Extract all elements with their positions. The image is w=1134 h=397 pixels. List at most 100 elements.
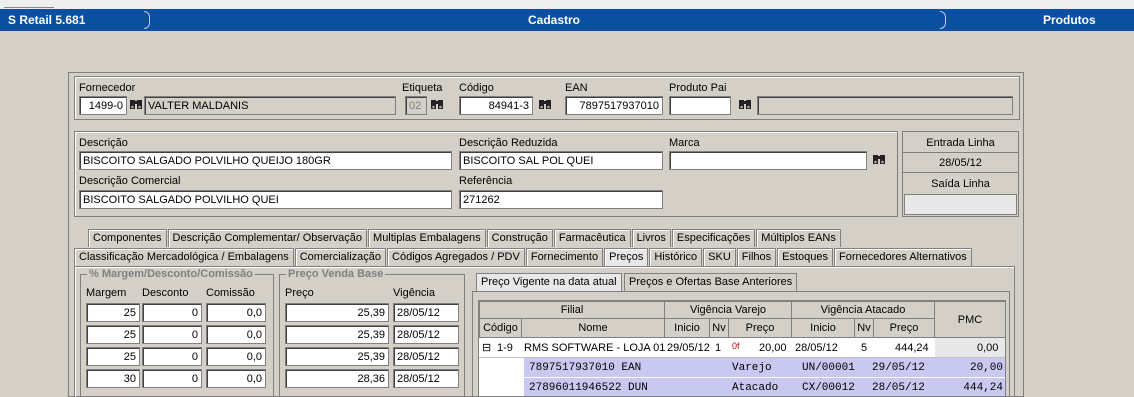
descricao-label: Descrição — [79, 137, 128, 149]
vigencia-col-header: Vigência — [393, 287, 435, 299]
row-nv: 1 — [715, 342, 722, 354]
module-title: Cadastro — [528, 13, 581, 27]
ean-code: 7897517937010 EAN — [529, 362, 642, 374]
margem-input[interactable]: 25 — [86, 325, 140, 344]
tab-4[interactable]: Construção — [486, 229, 553, 247]
comissao-input[interactable]: 0,0 — [206, 325, 266, 344]
ean-valor: 20,00 — [969, 362, 1003, 374]
tab-row2-1[interactable]: Classificação Mercadológica / Embalagens — [74, 248, 294, 266]
descricao-reduzida-input[interactable]: BISCOITO SAL POL QUEI — [459, 151, 663, 170]
preco-input[interactable]: 25,39 — [285, 347, 389, 366]
comissao-input[interactable]: 0,0 — [206, 303, 266, 322]
grid-header-varejo: Vigência Varejo — [664, 301, 792, 319]
tab-6[interactable]: Livros — [631, 229, 671, 247]
ean-tipo: Varejo — [732, 362, 772, 374]
grid-header-pmc: PMC — [934, 301, 1005, 338]
tabs-row-2: Classificação Mercadológica / Embalagens… — [74, 248, 973, 266]
referencia-input[interactable]: 271262 — [459, 190, 663, 209]
row-preco-atacado: 444,24 — [895, 342, 929, 354]
marca-input[interactable] — [669, 151, 867, 170]
etiqueta-input[interactable]: 02 — [405, 96, 427, 115]
dun-code: 27896011946522 DUN — [529, 382, 648, 394]
dun-valor: 444,24 — [963, 382, 1003, 394]
tab-row2-2[interactable]: Comercialização — [294, 248, 387, 266]
expand-icon[interactable]: ⊟ — [482, 341, 491, 354]
subrow-gutter — [479, 358, 524, 396]
list-item[interactable]: 7897517937010 EAN Varejo UN/00001 29/05/… — [524, 358, 1005, 378]
fornecedor-code-input[interactable]: 1499-0 — [79, 96, 127, 115]
desconto-input[interactable]: 0 — [142, 303, 202, 322]
preco-input[interactable]: 25,39 — [285, 325, 389, 344]
table-row[interactable]: ⊟ 1-9 RMS SOFTWARE - LOJA 01 29/05/12 1 … — [479, 338, 1005, 358]
binoculars-search-icon[interactable] — [129, 98, 143, 112]
tab-precos-anteriores[interactable]: Preços e Ofertas Base Anteriores — [624, 273, 798, 291]
binoculars-search-icon[interactable] — [872, 153, 886, 167]
tab-7[interactable]: Especificações — [671, 229, 756, 247]
ean-label: EAN — [565, 82, 588, 94]
binoculars-search-icon[interactable] — [430, 98, 444, 112]
ean-data: 29/05/12 — [872, 362, 925, 374]
saida-linha-value — [904, 194, 1017, 215]
desconto-input[interactable]: 0 — [142, 347, 202, 366]
tab-row2-8[interactable]: Filhos — [736, 248, 777, 266]
margem-group-title: % Margem/Desconto/Comissão — [87, 268, 255, 280]
tab-1[interactable]: Componentes — [88, 229, 167, 247]
comissao-input[interactable]: 0,0 — [206, 369, 266, 388]
vigencia-input[interactable]: 28/05/12 — [393, 369, 459, 388]
preco-venda-group-title: Preço Venda Base — [286, 268, 386, 280]
grid-header-nv-atacado: Nv — [854, 318, 874, 338]
tab-3[interactable]: Multiplas Embalagens — [368, 229, 486, 247]
desconto-input[interactable]: 0 — [142, 369, 202, 388]
grid-header-nome: Nome — [521, 318, 665, 338]
referencia-label: Referência — [459, 175, 513, 187]
preco-col-header: Preço — [285, 287, 314, 299]
row-inicio: 29/05/12 — [667, 342, 710, 354]
margem-input[interactable]: 30 — [86, 369, 140, 388]
top-strip — [0, 0, 1134, 9]
tab-row2-6[interactable]: Histórico — [649, 248, 703, 266]
binoculars-search-icon[interactable] — [538, 98, 552, 112]
section-title: Produtos — [1043, 13, 1096, 27]
tab-2[interactable]: Descrição Complementar/ Observação — [167, 229, 368, 247]
tab-row2-9[interactable]: Estoques — [777, 248, 833, 266]
title-separator — [940, 11, 946, 29]
preco-input[interactable]: 28,36 — [285, 369, 389, 388]
binoculars-search-icon[interactable] — [738, 98, 752, 112]
margem-input[interactable]: 25 — [86, 347, 140, 366]
comissao-input[interactable]: 0,0 — [206, 347, 266, 366]
grid-header-codigo: Código — [479, 318, 522, 338]
codigo-input[interactable]: 84941-3 — [459, 96, 533, 115]
tab-row2-3[interactable]: Códigos Agregados / PDV — [387, 248, 525, 266]
tab-5[interactable]: Farmacêutica — [553, 229, 631, 247]
app-title: S Retail 5.681 — [8, 13, 86, 27]
produto-pai-name-field — [757, 96, 1013, 115]
grid-header-atacado: Vigência Atacado — [791, 301, 935, 319]
vigencia-input[interactable]: 28/05/12 — [393, 303, 459, 322]
margem-input[interactable]: 25 — [86, 303, 140, 322]
entrada-linha-label: Entrada Linha — [926, 137, 995, 149]
tab-row2-4[interactable]: Fornecimento — [525, 248, 604, 266]
produto-pai-input[interactable] — [669, 96, 731, 115]
vigencia-input[interactable]: 28/05/12 — [393, 347, 459, 366]
descricao-reduzida-label: Descrição Reduzida — [459, 137, 558, 149]
produto-pai-label: Produto Pai — [669, 82, 727, 94]
preco-input[interactable]: 25,39 — [285, 303, 389, 322]
title-separator — [144, 11, 150, 29]
list-item[interactable]: 27896011946522 DUN Atacado CX/00012 28/0… — [524, 378, 1005, 396]
price-grid: Filial Vigência Varejo Vigência Atacado … — [478, 300, 1006, 397]
dun-embalagem: CX/00012 — [802, 382, 855, 394]
tab-row2-5[interactable]: Preços — [604, 248, 649, 266]
grid-header-inicio-atacado: Inicio — [791, 318, 855, 338]
tab-row2-7[interactable]: SKU — [703, 248, 736, 266]
row-nv-atacado: 5 — [861, 342, 868, 354]
entrada-linha-value: 28/05/12 — [939, 157, 982, 169]
descricao-input[interactable]: BISCOITO SALGADO POLVILHO QUEIJO 180GR — [79, 151, 452, 170]
ean-input[interactable]: 7897517937010 — [565, 96, 663, 115]
tab-preco-vigente[interactable]: Preço Vigente na data atual — [476, 273, 622, 291]
descricao-comercial-input[interactable]: BISCOITO SALGADO POLVILHO QUEI — [79, 190, 452, 209]
grid-header-preco-atacado: Preço — [873, 318, 935, 338]
desconto-input[interactable]: 0 — [142, 325, 202, 344]
tab-row2-10[interactable]: Fornecedores Alternativos — [834, 248, 972, 266]
vigencia-input[interactable]: 28/05/12 — [393, 325, 459, 344]
tab-8[interactable]: Múltiplos EANs — [756, 229, 841, 247]
